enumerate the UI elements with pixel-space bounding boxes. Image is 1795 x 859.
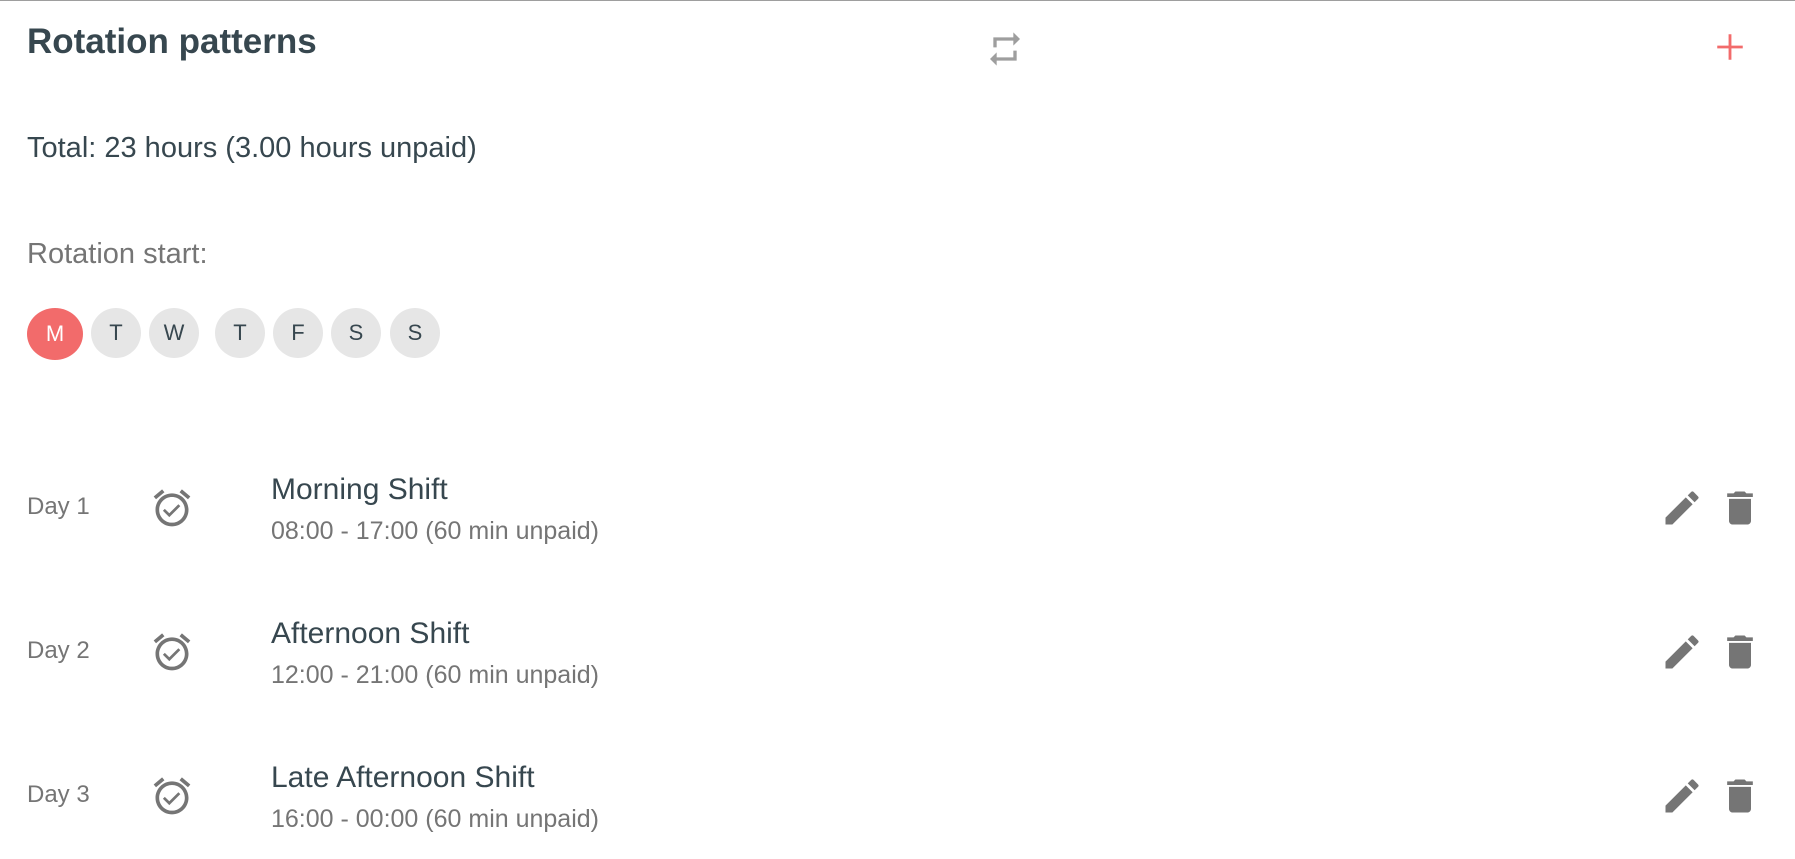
pencil-icon: [1665, 779, 1699, 813]
delete-shift-button[interactable]: [1718, 630, 1762, 674]
header: Rotation patterns: [0, 0, 1795, 96]
shift-day-label: Day 1: [27, 493, 90, 520]
day-toggle-thursday[interactable]: T: [215, 308, 265, 358]
shift-row: Day 1 Morning Shift 08:00 - 17:00 (60 mi…: [0, 460, 1795, 560]
day-toggle-monday[interactable]: M: [27, 308, 83, 360]
edit-shift-button[interactable]: [1660, 486, 1704, 530]
day-toggle-friday[interactable]: F: [273, 308, 323, 358]
edit-shift-button[interactable]: [1660, 774, 1704, 818]
shift-name: Morning Shift: [271, 473, 448, 506]
add-button[interactable]: [1708, 24, 1752, 70]
pencil-icon: [1665, 491, 1699, 525]
shift-name: Late Afternoon Shift: [271, 761, 535, 794]
plus-icon: [1717, 34, 1743, 60]
day-toggle-saturday[interactable]: S: [331, 308, 381, 358]
shift-day-label: Day 2: [27, 637, 90, 664]
shift-day-label: Day 3: [27, 781, 90, 808]
rotation-start-label: Rotation start:: [27, 238, 208, 270]
page-title: Rotation patterns: [27, 22, 317, 61]
repeat-icon: [990, 32, 1020, 66]
edit-shift-button[interactable]: [1660, 630, 1704, 674]
shift-time: 16:00 - 00:00 (60 min unpaid): [271, 805, 599, 833]
shift-time: 12:00 - 21:00 (60 min unpaid): [271, 661, 599, 689]
delete-shift-button[interactable]: [1718, 486, 1762, 530]
trash-icon: [1727, 779, 1753, 813]
total-hours: Total: 23 hours (3.00 hours unpaid): [27, 132, 477, 164]
delete-shift-button[interactable]: [1718, 774, 1762, 818]
day-toggle-tuesday[interactable]: T: [91, 308, 141, 358]
pencil-icon: [1665, 635, 1699, 669]
alarm-check-icon: [153, 777, 191, 815]
trash-icon: [1727, 491, 1753, 525]
shift-row: Day 2 Afternoon Shift 12:00 - 21:00 (60 …: [0, 604, 1795, 704]
alarm-check-icon: [153, 489, 191, 527]
repeat-button[interactable]: [982, 26, 1028, 72]
trash-icon: [1727, 635, 1753, 669]
alarm-check-icon: [153, 633, 191, 671]
day-toggle-wednesday[interactable]: W: [149, 308, 199, 358]
shift-time: 08:00 - 17:00 (60 min unpaid): [271, 517, 599, 545]
shift-name: Afternoon Shift: [271, 617, 470, 650]
shift-row: Day 3 Late Afternoon Shift 16:00 - 00:00…: [0, 747, 1795, 847]
day-toggle-sunday[interactable]: S: [390, 308, 440, 358]
